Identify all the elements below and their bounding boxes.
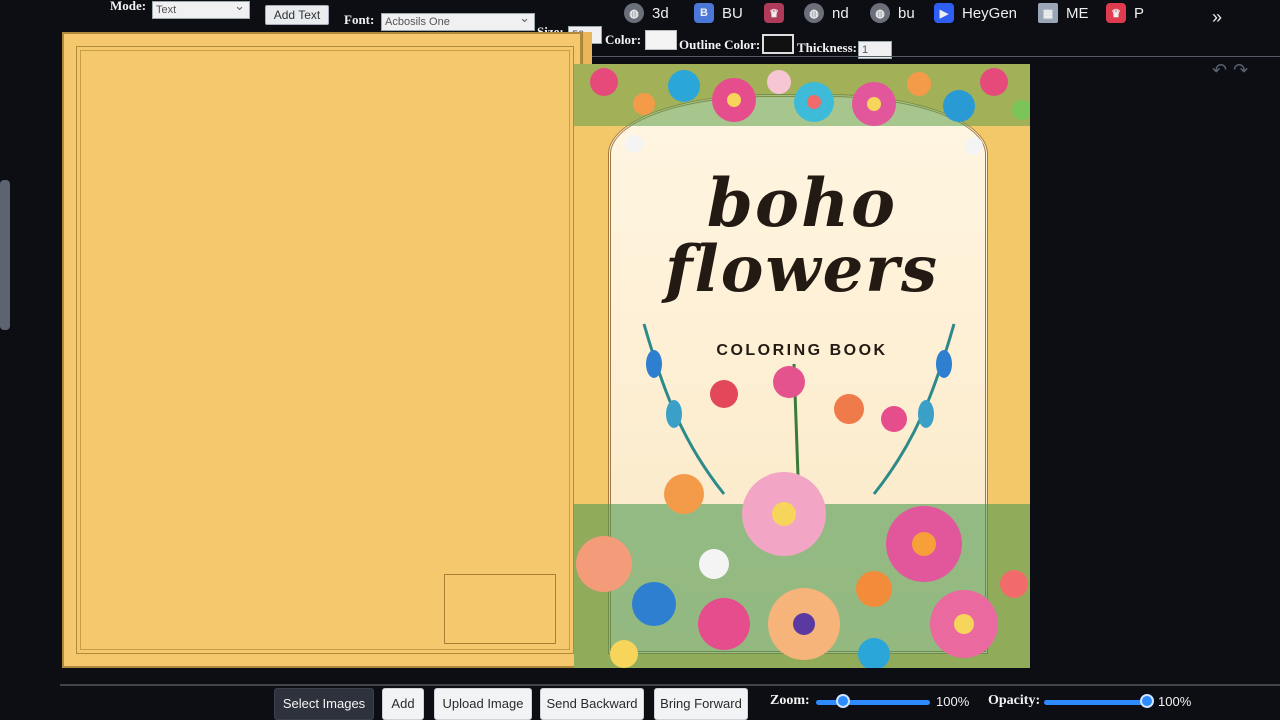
flower-artwork bbox=[574, 64, 1030, 668]
cover-subtitle[interactable]: COLORING BOOK bbox=[574, 342, 1030, 360]
bookmarks-bar: ◍ 3d B BU ♛ ◍ nd ◍ bu ▶ HeyGen ▦ ME ♛ P … bbox=[560, 0, 1280, 32]
grid-icon: ▦ bbox=[1038, 3, 1058, 23]
front-cover-image[interactable]: boho flowers COLORING BOOK bbox=[574, 64, 1030, 668]
opacity-value: 100% bbox=[1158, 694, 1192, 709]
opacity-slider-track[interactable] bbox=[1044, 700, 1150, 705]
bookmark-item[interactable]: ▦ ME bbox=[1038, 2, 1089, 24]
bookmark-item[interactable]: ♛ bbox=[764, 2, 784, 24]
select-images-button[interactable]: Select Images bbox=[274, 688, 374, 720]
globe-icon: ◍ bbox=[870, 3, 890, 23]
top-garland bbox=[574, 64, 1030, 155]
left-edge-handle bbox=[0, 180, 10, 330]
mode-label: Mode: bbox=[110, 0, 147, 13]
bookmark-item[interactable]: ▶ HeyGen bbox=[934, 2, 1017, 24]
bring-forward-button[interactable]: Bring Forward bbox=[654, 688, 748, 720]
opacity-label: Opacity: bbox=[988, 693, 1041, 708]
font-label: Font: bbox=[344, 12, 375, 27]
bottom-bouquet bbox=[574, 323, 1030, 668]
zoom-slider-track[interactable] bbox=[816, 700, 930, 705]
zoom-label: Zoom: bbox=[770, 693, 810, 708]
cover-title-line1[interactable]: boho bbox=[574, 164, 1030, 242]
cake-icon: ♛ bbox=[764, 3, 784, 23]
crown-icon: ♛ bbox=[1106, 3, 1126, 23]
bookmark-item[interactable]: ♛ P bbox=[1106, 2, 1144, 24]
send-backward-button[interactable]: Send Backward bbox=[540, 688, 644, 720]
bookmark-item[interactable]: ◍ nd bbox=[804, 2, 849, 24]
back-cover bbox=[62, 32, 582, 668]
bookmark-item[interactable]: ◍ 3d bbox=[624, 2, 669, 24]
bookmark-item[interactable]: B BU bbox=[694, 2, 743, 24]
cover-canvas[interactable]: boho flowers COLORING BOOK bbox=[62, 32, 1030, 668]
bu-icon: B bbox=[694, 3, 714, 23]
undo-redo-icon[interactable]: ↶↷ bbox=[1212, 60, 1254, 81]
zoom-slider-thumb[interactable] bbox=[836, 694, 850, 708]
mode-select[interactable]: Text bbox=[152, 1, 250, 19]
back-cover-inner-border bbox=[80, 50, 570, 650]
upload-image-button[interactable]: Upload Image bbox=[434, 688, 532, 720]
cover-title-line2[interactable]: flowers bbox=[574, 232, 1030, 307]
play-icon: ▶ bbox=[934, 3, 954, 23]
add-text-button[interactable]: Add Text bbox=[265, 5, 329, 25]
bookmarks-overflow-button[interactable]: » bbox=[1212, 6, 1222, 28]
add-button[interactable]: Add bbox=[382, 688, 424, 720]
bookmark-item[interactable]: ◍ bu bbox=[870, 2, 915, 24]
globe-icon: ◍ bbox=[804, 3, 824, 23]
bottom-divider bbox=[60, 684, 1280, 686]
opacity-slider-thumb[interactable] bbox=[1140, 694, 1154, 708]
font-select[interactable]: Acbosils One bbox=[381, 13, 535, 31]
globe-icon: ◍ bbox=[624, 3, 644, 23]
zoom-value: 100% bbox=[936, 694, 970, 709]
barcode-placeholder bbox=[444, 574, 556, 644]
